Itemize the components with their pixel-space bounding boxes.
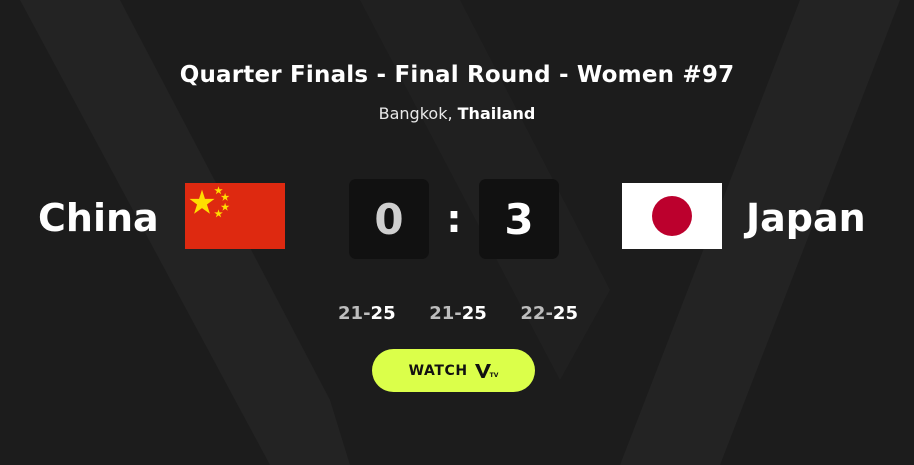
set-score-1: 21-25 — [338, 303, 396, 324]
set-dash: - — [454, 303, 462, 324]
home-score: 0 — [349, 179, 429, 259]
match-title: Quarter Finals - Final Round - Women #97 — [179, 62, 735, 88]
location-city: Bangkok, — [378, 104, 453, 123]
set-home-points: 21 — [338, 303, 364, 324]
home-team-name[interactable]: China — [38, 193, 159, 243]
set-away-points: 25 — [552, 303, 578, 324]
japan-flag-icon — [622, 183, 722, 249]
set-away-points: 25 — [461, 303, 487, 324]
set-score-3: 22-25 — [520, 303, 578, 324]
set-scores: 21-25 21-25 22-25 — [338, 303, 578, 324]
set-home-points: 22 — [520, 303, 546, 324]
set-dash: - — [363, 303, 371, 324]
set-away-points: 25 — [370, 303, 396, 324]
set-dash: - — [545, 303, 553, 324]
watch-button[interactable]: WATCH TV — [372, 349, 535, 392]
set-home-points: 21 — [429, 303, 455, 324]
vnl-tv-logo-icon: TV — [474, 362, 499, 380]
location-country: Thailand — [457, 104, 536, 123]
set-score-2: 21-25 — [429, 303, 487, 324]
watch-logo-text: TV — [489, 371, 499, 379]
watch-label: WATCH — [408, 362, 468, 379]
china-flag-icon — [185, 183, 285, 249]
score-separator: : — [446, 197, 462, 241]
match-location: Bangkok, Thailand — [0, 104, 914, 123]
away-score: 3 — [479, 179, 559, 259]
away-team-name[interactable]: Japan — [746, 193, 866, 243]
